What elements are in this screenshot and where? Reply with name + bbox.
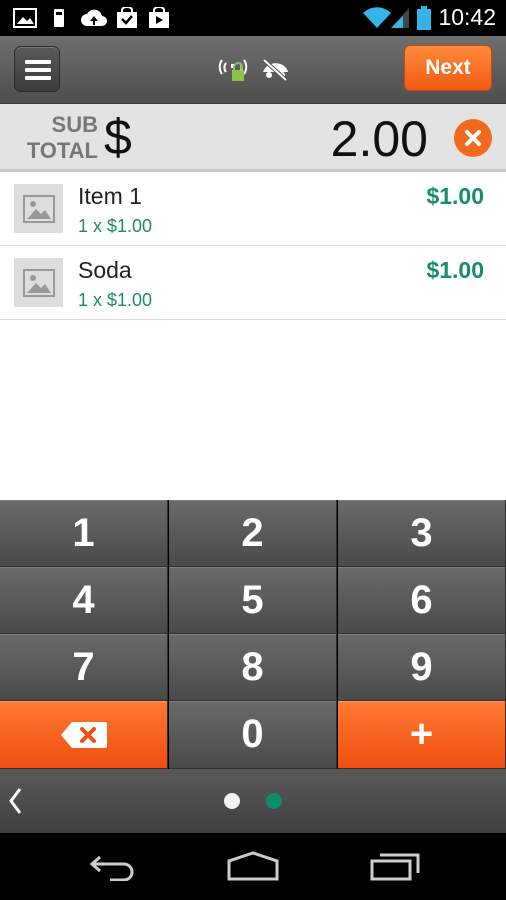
list-item[interactable]: Soda 1 x $1.00 $1.00: [0, 246, 506, 320]
key-1[interactable]: 1: [0, 500, 168, 567]
image-placeholder-icon: [14, 258, 63, 307]
pager-bar: [0, 769, 506, 833]
key-8[interactable]: 8: [169, 634, 337, 701]
clear-button[interactable]: [454, 119, 492, 157]
menu-icon: [25, 60, 51, 64]
signal-icon: [390, 7, 410, 29]
wifi-icon: [362, 7, 392, 29]
key-3[interactable]: 3: [338, 500, 506, 567]
key-5[interactable]: 5: [169, 567, 337, 634]
key-4[interactable]: 4: [0, 567, 168, 634]
currency-symbol: $: [104, 109, 132, 165]
item-name: Item 1: [78, 183, 142, 209]
subtotal-amount: 2.00: [330, 111, 428, 167]
keypad: 1 2 3 4 5 6 7 8 9 0 +: [0, 500, 506, 769]
key-7[interactable]: 7: [0, 634, 168, 701]
backspace-button[interactable]: [0, 701, 168, 769]
hidden-icon: [260, 54, 290, 84]
navigation-bar: [0, 833, 506, 900]
key-0[interactable]: 0: [169, 701, 337, 769]
key-6[interactable]: 6: [338, 567, 506, 634]
item-price: $1.00: [426, 183, 484, 209]
status-bar: 10:42: [0, 0, 506, 36]
back-icon[interactable]: [88, 851, 136, 885]
play-store-icon: [147, 7, 171, 29]
key-2[interactable]: 2: [169, 500, 337, 567]
action-bar: Next: [0, 36, 506, 104]
secure-wireless-icon: [218, 54, 248, 84]
item-qty: 1 x $1.00: [78, 216, 153, 236]
next-button[interactable]: Next: [404, 45, 492, 91]
sim-icon: [52, 7, 66, 29]
item-price: $1.00: [426, 257, 484, 283]
bag-check-icon: [115, 7, 139, 29]
item-list: Item 1 1 x $1.00 $1.00 Soda 1 x $1.00 $1…: [0, 172, 506, 500]
subtotal-bar: SUB TOTAL $ 2.00: [0, 104, 506, 172]
menu-button[interactable]: [14, 46, 60, 92]
page-dot-active[interactable]: [266, 793, 282, 809]
chevron-left-icon[interactable]: [6, 785, 24, 817]
image-placeholder-icon: [14, 184, 63, 233]
subtotal-label: SUB TOTAL: [26, 112, 98, 163]
list-item[interactable]: Item 1 1 x $1.00 $1.00: [0, 172, 506, 246]
backspace-icon: [60, 721, 107, 748]
close-icon: [465, 130, 481, 146]
battery-icon: [416, 6, 432, 30]
item-qty: 1 x $1.00: [78, 290, 153, 310]
home-icon[interactable]: [226, 851, 280, 885]
item-name: Soda: [78, 257, 132, 283]
status-time: 10:42: [438, 4, 496, 30]
key-9[interactable]: 9: [338, 634, 506, 701]
cloud-upload-icon: [80, 7, 108, 29]
page-dot-inactive[interactable]: [224, 793, 240, 809]
recent-apps-icon[interactable]: [370, 851, 420, 885]
add-button[interactable]: +: [338, 701, 506, 769]
image-icon: [12, 7, 38, 29]
